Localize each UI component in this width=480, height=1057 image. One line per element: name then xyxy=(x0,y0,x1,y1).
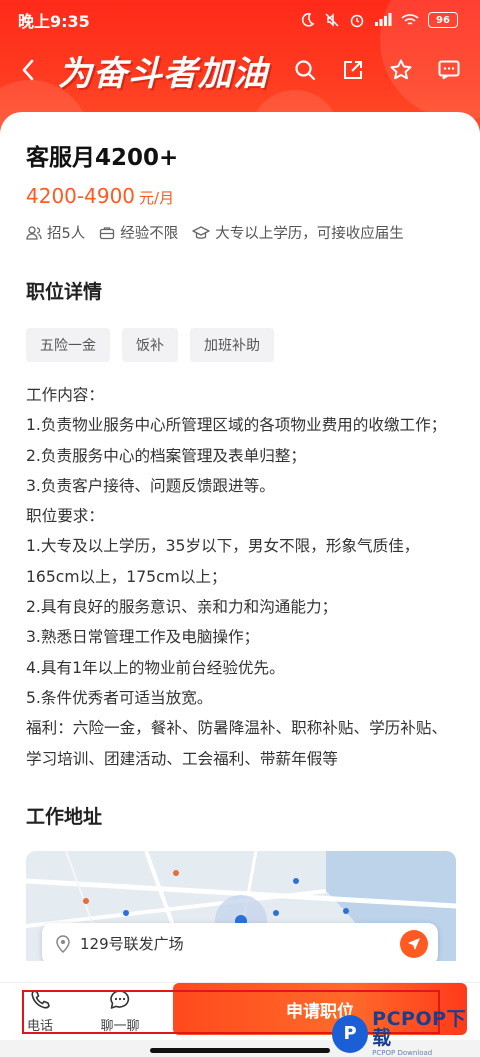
address-bar[interactable]: 129号联发广场 xyxy=(42,922,438,961)
star-icon xyxy=(390,59,412,80)
benefit-tag: 加班补助 xyxy=(190,328,274,362)
navigate-button[interactable] xyxy=(400,929,428,958)
search-icon xyxy=(295,60,316,81)
back-arrow-icon xyxy=(22,59,34,81)
mute-icon xyxy=(325,13,339,27)
watermark-main-text: PCPOP下载 xyxy=(372,1008,467,1049)
share-icon xyxy=(344,61,362,79)
headcount-text: 招5人 xyxy=(47,226,86,242)
share-button[interactable] xyxy=(336,53,370,87)
description-line: 1.负责物业服务中心所管理区域的各项物业费用的收缴工作； xyxy=(26,416,447,435)
battery-icon: 96 xyxy=(428,12,458,28)
meta-headcount: 招5人 xyxy=(26,222,85,243)
meta-experience: 经验不限 xyxy=(99,222,178,243)
experience-text: 经验不限 xyxy=(120,226,179,242)
salary-unit: 元/月 xyxy=(139,189,175,207)
meta-education: 大专以上学历，可接收应届生 xyxy=(192,222,404,243)
watermark-sub-text: PCPOP Download xyxy=(372,1049,433,1057)
job-details-heading: 职位详情 xyxy=(26,281,103,303)
watermark-text: PCPOP下载 PCPOP Download xyxy=(372,1010,480,1057)
briefcase-icon xyxy=(100,226,115,239)
status-bar: 晚上9:35 96 xyxy=(0,0,480,40)
chat-icon xyxy=(110,990,130,1009)
message-icon xyxy=(438,60,460,80)
location-pin-icon xyxy=(56,935,70,953)
navigation-bar: 为奋斗者加油 xyxy=(0,42,480,98)
description-line: 福利：六险一金，餐补、防暑降温补、职称补贴、学历补贴、学习培训、团建活动、工会福… xyxy=(26,719,448,768)
watermark: P PCPOP下载 PCPOP Download xyxy=(332,1010,480,1057)
favorite-button[interactable] xyxy=(384,53,418,87)
education-text: 大专以上学历，可接收应届生 xyxy=(215,226,404,242)
job-title: 客服月4200+ xyxy=(26,145,179,171)
job-detail-card: 客服月4200+ 4200-4900 元/月 招5人 经验不限 大专以上学历，可接… xyxy=(0,112,480,982)
graduation-cap-icon xyxy=(192,225,210,239)
description-line: 3.熟悉日常管理工作及电脑操作； xyxy=(26,628,260,647)
banner-title: 为奋斗者加油 xyxy=(58,53,268,94)
people-icon xyxy=(26,225,42,240)
benefit-tags: 五险一金 饭补 加班补助 xyxy=(26,328,454,362)
moon-icon xyxy=(301,13,315,27)
salary-range: 4200-4900 xyxy=(26,184,136,208)
message-button[interactable] xyxy=(432,53,466,87)
status-icons: 96 xyxy=(299,12,458,28)
watermark-logo: P xyxy=(332,1014,369,1053)
description-line: 职位要求： xyxy=(26,507,104,526)
navigation-arrow-icon xyxy=(408,937,420,950)
description-line: 2.具有良好的服务意识、亲和力和沟通能力； xyxy=(26,598,338,617)
description-line: 3.负责客户接待、问题反馈跟进等。 xyxy=(26,476,275,495)
job-meta: 招5人 经验不限 大专以上学历，可接收应届生 xyxy=(26,222,454,243)
location-map[interactable]: 129号联发广场 xyxy=(26,850,456,961)
description-line: 1.大专及以上学历，35岁以下，男女不限，形象气质佳，165cm以上，175cm… xyxy=(26,537,420,586)
header-actions xyxy=(288,53,480,87)
status-time: 晚上9:35 xyxy=(18,12,90,31)
home-indicator[interactable] xyxy=(150,1048,330,1053)
phone-label: 电话 xyxy=(26,1019,53,1034)
job-description: 工作内容： 1.负责物业服务中心所管理区域的各项物业费用的收缴工作； 2.负责服… xyxy=(26,380,454,774)
benefit-tag: 五险一金 xyxy=(26,328,110,362)
description-line: 5.条件优秀者可适当放宽。 xyxy=(26,688,213,707)
description-line: 工作内容： xyxy=(26,386,104,404)
benefit-tag: 饭补 xyxy=(122,328,178,362)
wifi-icon xyxy=(401,14,419,25)
description-line: 2.负责服务中心的档案管理及表单归整； xyxy=(26,446,306,465)
phone-icon xyxy=(31,990,50,1009)
salary: 4200-4900 元/月 xyxy=(26,184,454,208)
chat-button[interactable]: 聊一聊 xyxy=(80,983,160,1041)
description-line: 4.具有1年以上的物业前台经验优先。 xyxy=(26,658,285,677)
back-button[interactable] xyxy=(6,48,50,92)
phone-button[interactable]: 电话 xyxy=(0,983,80,1041)
address-text: 129号联发广场 xyxy=(80,935,184,954)
work-address-heading: 工作地址 xyxy=(26,805,103,828)
search-button[interactable] xyxy=(288,53,322,87)
chat-label: 聊一聊 xyxy=(100,1019,140,1034)
alarm-icon xyxy=(350,14,364,28)
signal-icon xyxy=(375,13,392,26)
